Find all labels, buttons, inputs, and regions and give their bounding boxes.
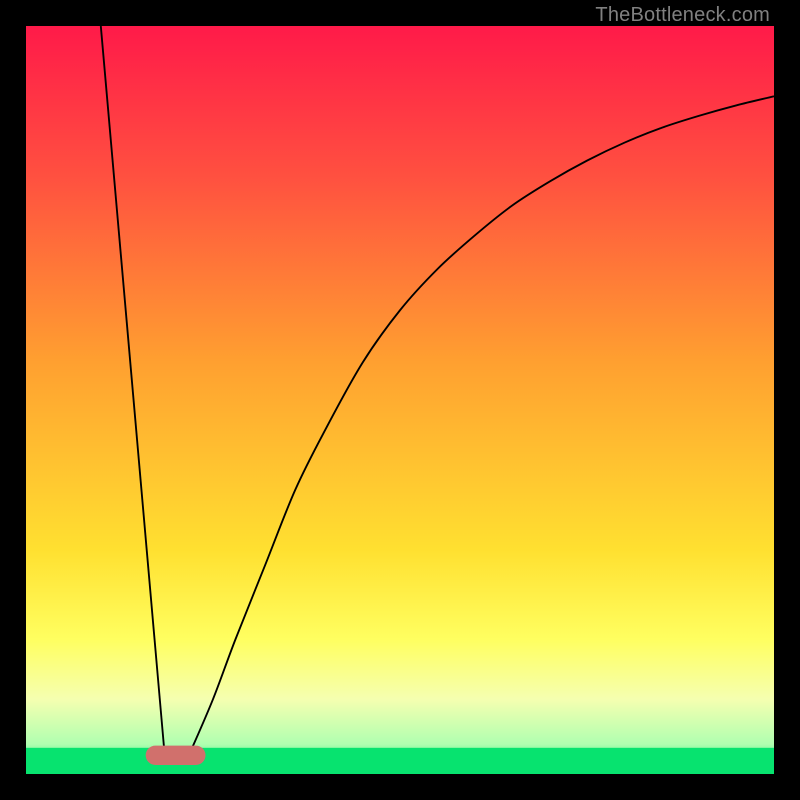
chart-frame	[26, 26, 774, 774]
gradient-background	[26, 26, 774, 774]
optimal-marker	[146, 746, 206, 765]
green-baseline-band	[26, 748, 774, 774]
chart-svg	[26, 26, 774, 774]
watermark-text: TheBottleneck.com	[595, 4, 770, 27]
